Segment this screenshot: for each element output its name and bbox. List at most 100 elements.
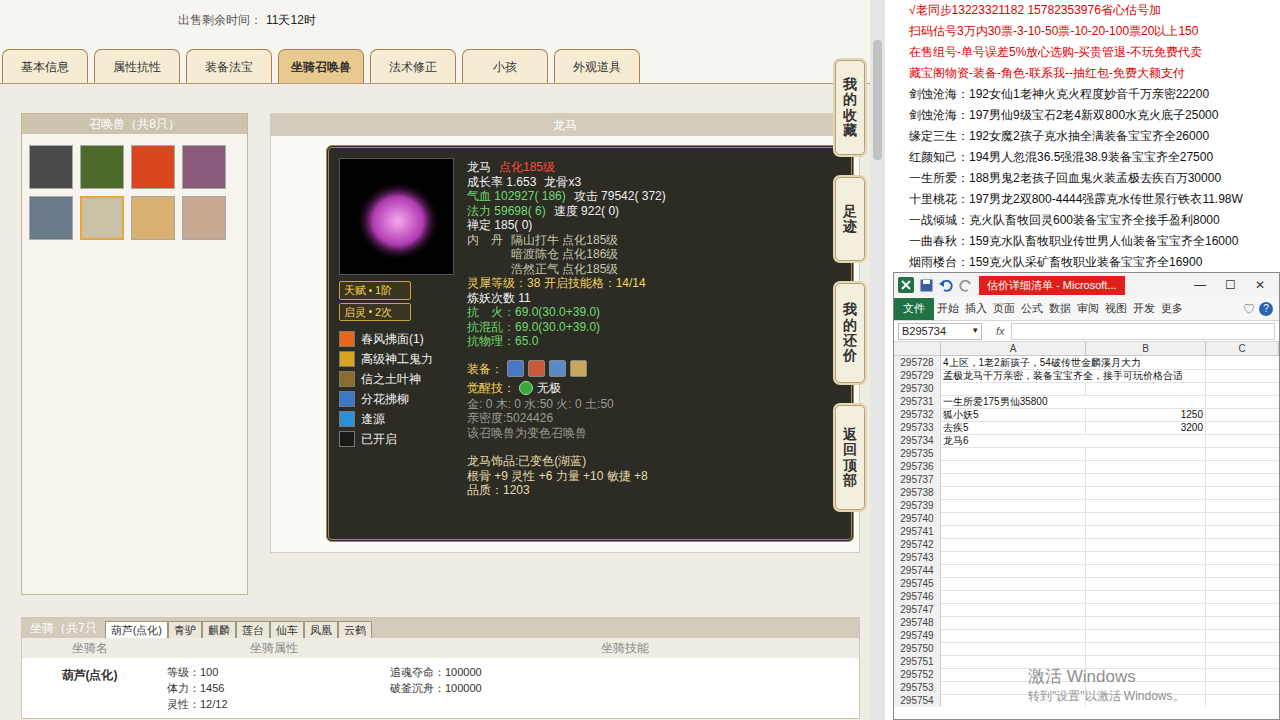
cell[interactable]: [1086, 616, 1206, 630]
cell[interactable]: [1086, 538, 1206, 552]
skill-row[interactable]: 分花拂柳: [339, 389, 457, 409]
cell[interactable]: [1086, 655, 1206, 669]
cell[interactable]: [1206, 460, 1279, 474]
cell[interactable]: 狐小妖5: [941, 408, 1086, 422]
ribbon-tab[interactable]: 插入: [962, 298, 990, 320]
pet-thumbnail[interactable]: [80, 145, 124, 189]
ribbon-tab[interactable]: 数据: [1046, 298, 1074, 320]
column-header[interactable]: B: [1086, 342, 1206, 356]
ribbon-tab[interactable]: 审阅: [1074, 298, 1102, 320]
row-number[interactable]: 295732: [894, 408, 941, 422]
mount-tab[interactable]: 麒麟: [202, 621, 236, 638]
cell[interactable]: [1206, 356, 1279, 370]
skill-row[interactable]: 春风拂面(1): [339, 329, 457, 349]
cell[interactable]: [1086, 473, 1206, 487]
cell[interactable]: [1086, 447, 1206, 461]
cell[interactable]: [941, 538, 1086, 552]
pet-thumbnail[interactable]: [182, 145, 226, 189]
cell[interactable]: [1206, 577, 1279, 591]
row-number[interactable]: 295741: [894, 525, 941, 539]
cell[interactable]: [1206, 603, 1279, 617]
cell[interactable]: [941, 564, 1086, 578]
row-number[interactable]: 295729: [894, 369, 941, 383]
tab[interactable]: 装备法宝: [186, 49, 272, 83]
cell[interactable]: [1086, 642, 1206, 656]
cell[interactable]: [941, 382, 1086, 396]
cell[interactable]: [1206, 616, 1279, 630]
ribbon-extra[interactable]: ?: [1259, 302, 1273, 316]
cell[interactable]: [941, 668, 1086, 682]
row-number[interactable]: 295743: [894, 551, 941, 565]
side-button[interactable]: 足迹: [835, 177, 865, 261]
cell[interactable]: [1206, 655, 1279, 669]
cell[interactable]: [941, 577, 1086, 591]
mount-tab[interactable]: 莲台: [236, 621, 270, 638]
mount-tab[interactable]: 云鹤: [338, 621, 372, 638]
cell[interactable]: [1086, 668, 1206, 682]
ribbon-tab[interactable]: 开发: [1130, 298, 1158, 320]
cell[interactable]: [941, 551, 1086, 565]
cell[interactable]: [941, 447, 1086, 461]
tab[interactable]: 小孩: [462, 49, 548, 83]
side-button[interactable]: 我的收藏: [835, 60, 865, 155]
cell[interactable]: [941, 655, 1086, 669]
cell[interactable]: [1206, 694, 1279, 707]
cell[interactable]: [1206, 642, 1279, 656]
column-header[interactable]: A: [941, 342, 1086, 356]
cell[interactable]: [1206, 590, 1279, 604]
cell[interactable]: [1086, 499, 1206, 513]
row-number[interactable]: 295739: [894, 499, 941, 513]
cell[interactable]: [1086, 382, 1206, 396]
cell[interactable]: [941, 460, 1086, 474]
ribbon-tab[interactable]: 页面: [990, 298, 1018, 320]
mount-tab[interactable]: 凤凰: [304, 621, 338, 638]
row-number[interactable]: 295747: [894, 603, 941, 617]
cell[interactable]: [941, 616, 1086, 630]
cell[interactable]: [1206, 369, 1279, 383]
window-control[interactable]: —: [1185, 276, 1215, 294]
cell[interactable]: 龙马6: [941, 434, 1206, 448]
cell[interactable]: [1206, 538, 1279, 552]
row-number[interactable]: 295746: [894, 590, 941, 604]
row-number[interactable]: 295738: [894, 486, 941, 500]
cell[interactable]: [1206, 668, 1279, 682]
row-number[interactable]: 295735: [894, 447, 941, 461]
ribbon-tab[interactable]: 开始: [934, 298, 962, 320]
column-header[interactable]: C: [1206, 342, 1279, 356]
cell[interactable]: [941, 603, 1086, 617]
pet-thumbnail[interactable]: [131, 145, 175, 189]
cell[interactable]: 一生所爱175男仙35800: [941, 395, 1206, 409]
mount-row[interactable]: 葫芦(点化)等级：100体力：1456灵性：12/12追魂夺命：100000破釜…: [22, 658, 859, 718]
ribbon-tab[interactable]: 文件: [894, 298, 934, 320]
tab[interactable]: 法术修正: [370, 49, 456, 83]
side-button[interactable]: 我的还价: [835, 283, 865, 383]
cell[interactable]: [1206, 499, 1279, 513]
save-icon[interactable]: [920, 279, 933, 292]
cell[interactable]: [1086, 512, 1206, 526]
row-number[interactable]: 295748: [894, 616, 941, 630]
window-control[interactable]: ✕: [1245, 276, 1275, 294]
cell[interactable]: [941, 694, 1086, 707]
cell[interactable]: 去疾5: [941, 421, 1086, 435]
tab[interactable]: 坐骑召唤兽: [278, 49, 364, 83]
cell[interactable]: 3200: [1086, 421, 1206, 435]
ribbon-tab[interactable]: 更多: [1158, 298, 1186, 320]
cell[interactable]: [1206, 525, 1279, 539]
formula-input[interactable]: [1011, 323, 1275, 340]
row-number[interactable]: 295733: [894, 421, 941, 435]
skill-row[interactable]: 信之土叶神: [339, 369, 457, 389]
cell[interactable]: 孟极龙马千万亲密，装备宝宝齐全，接手可玩价格合适: [941, 369, 1206, 383]
ribbon-tab[interactable]: 公式: [1018, 298, 1046, 320]
mount-tab[interactable]: 青驴: [168, 621, 202, 638]
skill-row[interactable]: 高级神工鬼力: [339, 349, 457, 369]
row-number[interactable]: 295752: [894, 668, 941, 682]
row-number[interactable]: 295742: [894, 538, 941, 552]
row-number[interactable]: 295750: [894, 642, 941, 656]
cell[interactable]: [1206, 473, 1279, 487]
cell[interactable]: [1206, 447, 1279, 461]
pet-thumbnail[interactable]: [29, 196, 73, 240]
cell[interactable]: [941, 473, 1086, 487]
cell[interactable]: [1086, 486, 1206, 500]
cell[interactable]: [1206, 551, 1279, 565]
pet-thumbnail[interactable]: [182, 196, 226, 240]
